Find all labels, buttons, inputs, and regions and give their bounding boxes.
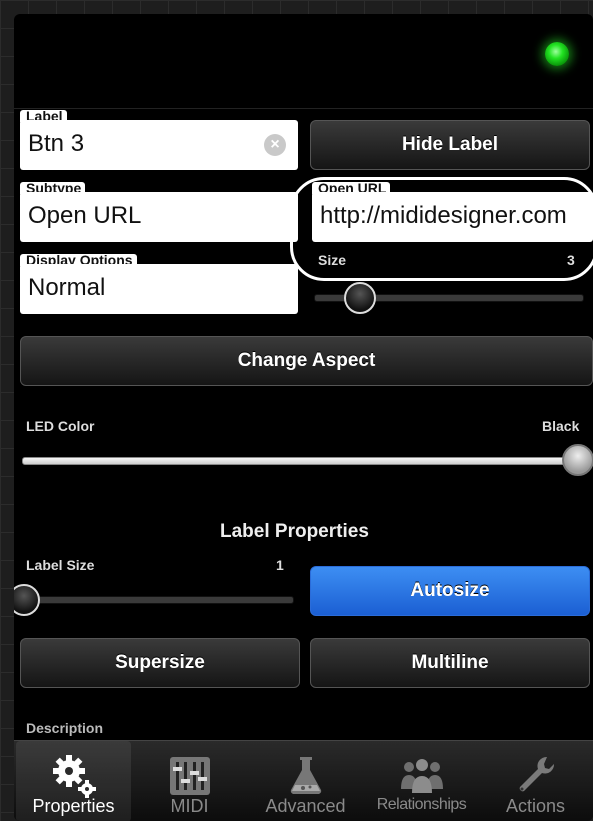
hide-label-button[interactable]: Hide Label (310, 120, 590, 170)
multiline-button[interactable]: Multiline (310, 638, 590, 688)
label-input-value: Btn 3 (28, 130, 85, 157)
clear-icon[interactable]: × (264, 134, 286, 156)
description-caption: Description (26, 720, 104, 736)
label-size-slider-thumb[interactable] (14, 584, 40, 616)
led-color-value: Black (542, 418, 580, 434)
tab-label: Properties (32, 796, 115, 816)
label-input[interactable]: Btn 3 × (20, 120, 298, 170)
led-color-slider-track[interactable] (22, 457, 580, 465)
tab-bar: Properties MIDI Advanced Relationships A… (14, 740, 593, 821)
people-icon (400, 759, 443, 793)
autosize-button[interactable]: Autosize (310, 566, 590, 616)
tab-properties[interactable]: Properties (16, 741, 131, 821)
properties-panel: Label Btn 3 × Hide Label Subtype Open UR… (14, 14, 593, 821)
wrench-icon (519, 756, 554, 792)
tab-label: Relationships (376, 796, 467, 813)
tab-label: Actions (505, 796, 566, 816)
mixer-faders-icon (169, 757, 210, 795)
change-aspect-button[interactable]: Change Aspect (20, 336, 593, 386)
tab-actions[interactable]: Actions (478, 741, 593, 821)
divider (14, 108, 593, 109)
tab-midi[interactable]: MIDI (132, 741, 247, 821)
label-size-value: 1 (276, 557, 284, 573)
size-value: 3 (567, 252, 575, 268)
size-slider-thumb[interactable] (343, 282, 376, 314)
label-size-slider-track[interactable] (24, 596, 294, 604)
tab-label: Advanced (265, 796, 346, 816)
tab-relationships[interactable]: Relationships (364, 741, 479, 821)
flask-icon (290, 757, 321, 795)
size-caption: Size (318, 252, 347, 268)
gear-icon (52, 755, 96, 798)
supersize-button[interactable]: Supersize (20, 638, 300, 688)
status-led-icon (545, 42, 569, 66)
tab-label: MIDI (170, 796, 209, 816)
display-options-selector[interactable]: Normal (20, 264, 298, 314)
label-size-caption: Label Size (26, 557, 95, 573)
label-properties-title: Label Properties (220, 521, 369, 542)
subtype-value: Open URL (28, 202, 142, 229)
led-color-caption: LED Color (26, 418, 95, 434)
tab-advanced[interactable]: Advanced (248, 741, 363, 821)
subtype-selector[interactable]: Open URL (20, 192, 298, 242)
display-options-value: Normal (28, 274, 106, 301)
led-color-slider-thumb[interactable] (562, 444, 593, 476)
